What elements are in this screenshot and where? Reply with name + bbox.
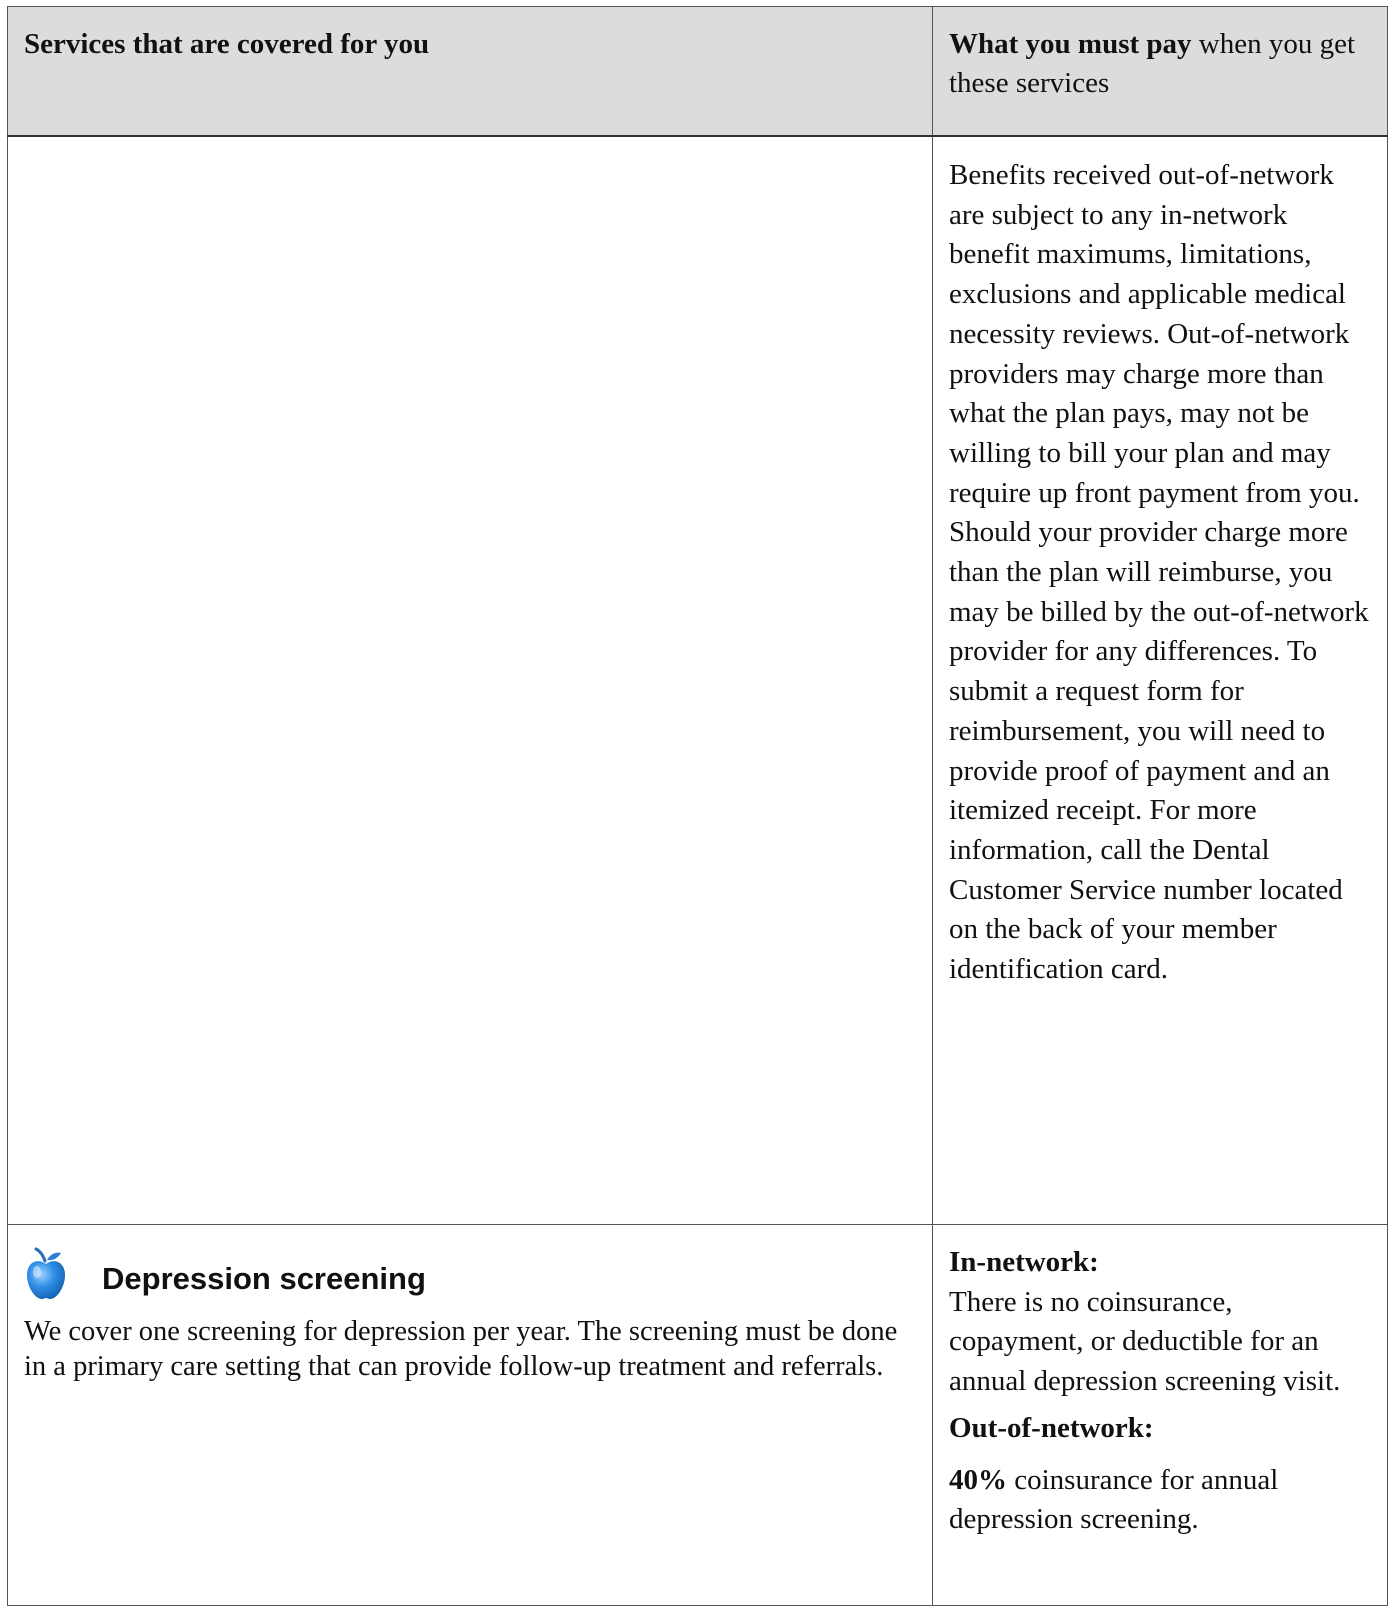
row1-pay-cell: Benefits received out-of-network are sub… (932, 135, 1388, 1225)
service-title: Depression screening (102, 1261, 426, 1296)
header-pay-bold: What you must pay (949, 28, 1192, 60)
header-services: Services that are covered for you (7, 6, 933, 137)
out-of-network-text: 40% coinsurance for annual depression sc… (949, 1461, 1373, 1540)
in-network-text: There is no coinsurance, copayment, or d… (949, 1285, 1341, 1397)
out-of-network-note: Benefits received out-of-network are sub… (949, 159, 1369, 986)
row2-pay-cell: In-network: There is no coinsurance, cop… (932, 1224, 1388, 1606)
apple-icon (27, 1247, 65, 1299)
service-heading: Depression screening (24, 1239, 916, 1301)
in-network-label: In-network: (949, 1246, 1099, 1278)
header-pay: What you must pay when you get these ser… (932, 6, 1388, 137)
table-row: Benefits received out-of-network are sub… (7, 135, 1388, 1225)
header-services-label: Services that are covered for you (24, 28, 430, 60)
service-description: We cover one screening for depression pe… (24, 1316, 898, 1382)
table-header-row: Services that are covered for you What y… (7, 6, 1388, 137)
coinsurance-percent: 40% (949, 1463, 1007, 1496)
out-of-network-label: Out-of-network: (949, 1412, 1154, 1444)
table-row: Depression screening We cover one screen… (7, 1224, 1388, 1606)
benefits-table: Services that are covered for you What y… (7, 6, 1388, 1606)
row1-services-cell (7, 135, 933, 1225)
row2-services-cell: Depression screening We cover one screen… (7, 1224, 933, 1606)
